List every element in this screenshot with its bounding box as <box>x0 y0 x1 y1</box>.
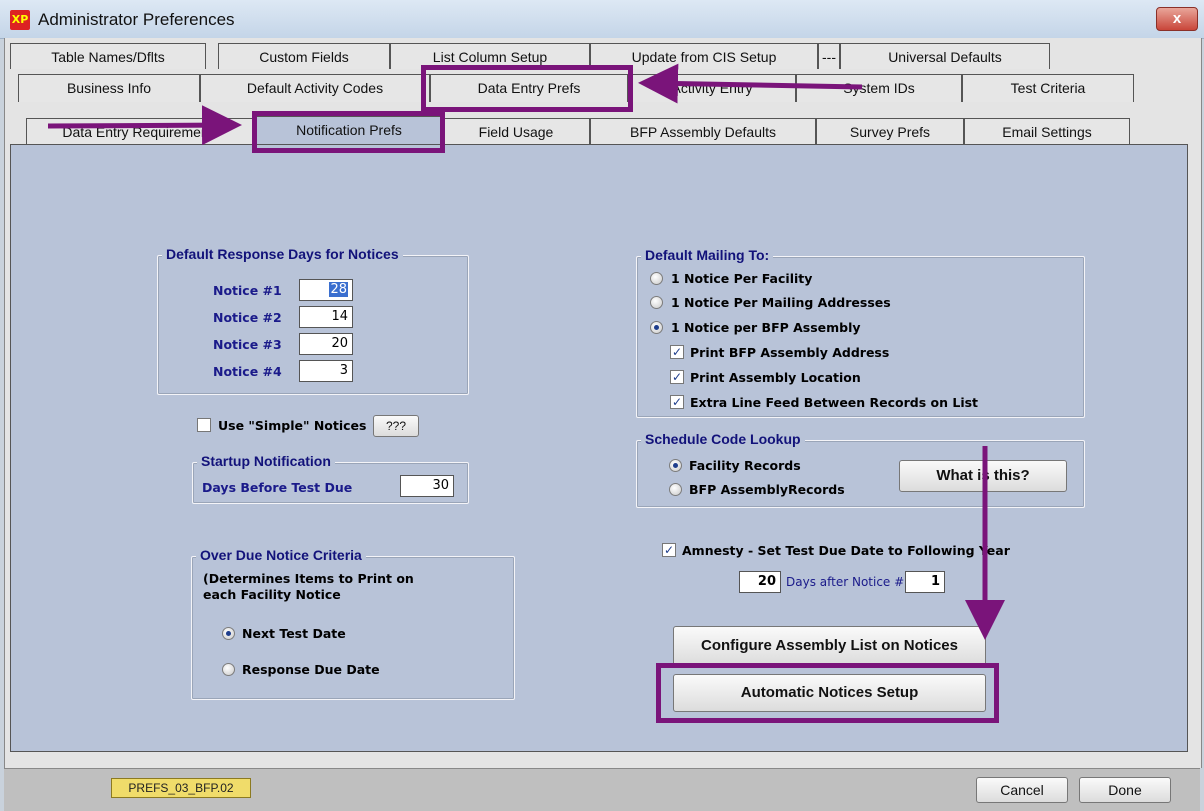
annotation-arrows <box>47 63 1005 640</box>
arrow-to-notification-prefs <box>47 105 242 146</box>
arrow-to-data-entry-prefs <box>638 63 863 104</box>
